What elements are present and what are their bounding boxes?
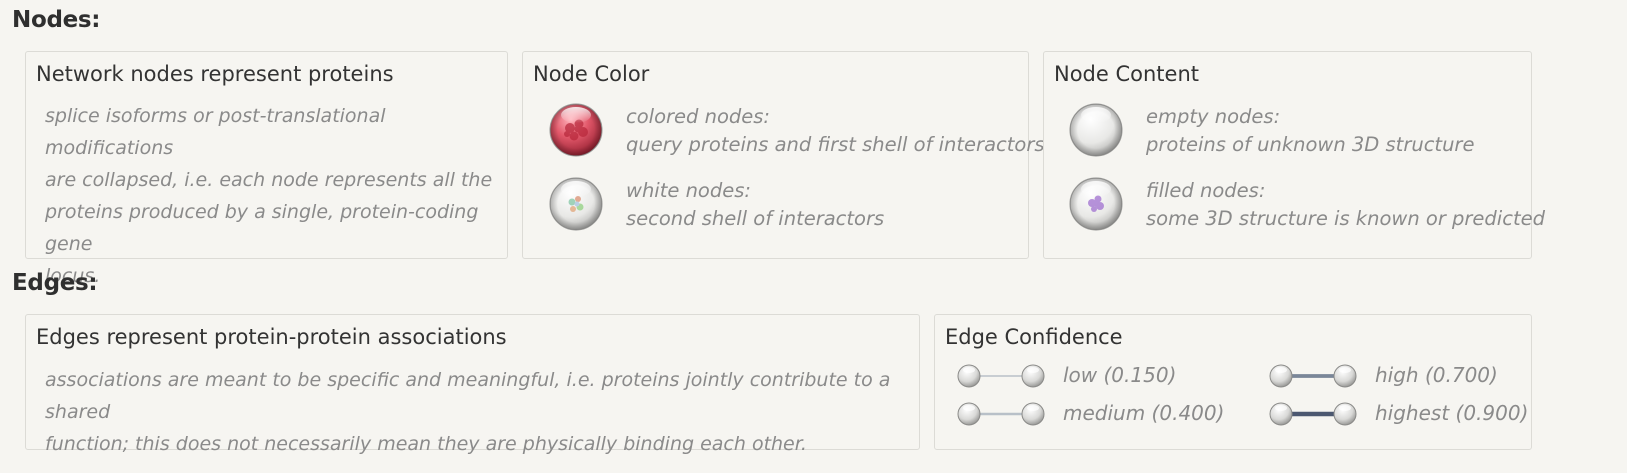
colored-node-icon bbox=[549, 103, 603, 157]
colored-nodes-label: colored nodes: bbox=[626, 105, 770, 128]
proteins-box: Network nodes represent proteins splice … bbox=[25, 51, 508, 287]
edge-low-icon bbox=[957, 364, 1045, 388]
proteins-description-line: are collapsed, i.e. each node represents… bbox=[45, 169, 493, 191]
node-color-box: Node Color colored nodes: query proteins… bbox=[522, 51, 1045, 259]
colored-nodes-desc: query proteins and first shell of intera… bbox=[626, 133, 1045, 156]
proteins-description-line: locus. bbox=[45, 265, 101, 287]
edge-highest-icon bbox=[1269, 402, 1357, 426]
edge-high-icon bbox=[1269, 364, 1357, 388]
associations-description-line: function; this does not necessarily mean… bbox=[45, 433, 807, 455]
white-nodes-item: white nodes: second shell of interactors bbox=[626, 177, 884, 233]
proteins-description-line: proteins produced by a single, protein-c… bbox=[45, 201, 479, 255]
filled-nodes-label: filled nodes: bbox=[1146, 179, 1266, 202]
white-nodes-desc: second shell of interactors bbox=[626, 207, 885, 230]
empty-nodes-item: empty nodes: proteins of unknown 3D stru… bbox=[1146, 103, 1474, 159]
proteins-description: splice isoforms or post-translational mo… bbox=[45, 100, 507, 292]
empty-nodes-desc: proteins of unknown 3D structure bbox=[1146, 133, 1475, 156]
edge-medium-icon bbox=[957, 402, 1045, 426]
node-color-title: Node Color bbox=[533, 62, 650, 86]
associations-box: Edges represent protein-protein associat… bbox=[25, 314, 920, 455]
edge-confidence-box: Edge Confidence low (0.150) medium (0.40… bbox=[934, 314, 1532, 450]
white-node-icon bbox=[549, 177, 603, 231]
associations-description: associations are meant to be specific an… bbox=[45, 364, 919, 460]
edge-highest-label: highest (0.900) bbox=[1375, 401, 1529, 425]
edge-high-label: high (0.700) bbox=[1375, 363, 1498, 387]
filled-nodes-desc: some 3D structure is known or predicted bbox=[1146, 207, 1545, 230]
edge-confidence-title: Edge Confidence bbox=[945, 325, 1123, 349]
colored-nodes-item: colored nodes: query proteins and first … bbox=[626, 103, 1045, 159]
node-content-box: Node Content empty nodes: proteins of un… bbox=[1043, 51, 1545, 259]
edge-low-label: low (0.150) bbox=[1063, 363, 1177, 387]
proteins-box-title: Network nodes represent proteins bbox=[36, 62, 394, 86]
node-content-title: Node Content bbox=[1054, 62, 1200, 86]
associations-description-line: associations are meant to be specific an… bbox=[45, 369, 891, 423]
associations-box-title: Edges represent protein-protein associat… bbox=[36, 325, 507, 349]
filled-node-icon bbox=[1069, 177, 1123, 231]
empty-node-icon bbox=[1069, 103, 1123, 157]
edges-section-title: Edges: bbox=[12, 270, 98, 296]
empty-nodes-label: empty nodes: bbox=[1146, 105, 1281, 128]
white-nodes-label: white nodes: bbox=[626, 179, 751, 202]
proteins-description-line: splice isoforms or post-translational mo… bbox=[45, 105, 386, 159]
filled-nodes-item: filled nodes: some 3D structure is known… bbox=[1146, 177, 1545, 233]
edge-medium-label: medium (0.400) bbox=[1063, 401, 1225, 425]
nodes-section-title: Nodes: bbox=[12, 7, 101, 33]
